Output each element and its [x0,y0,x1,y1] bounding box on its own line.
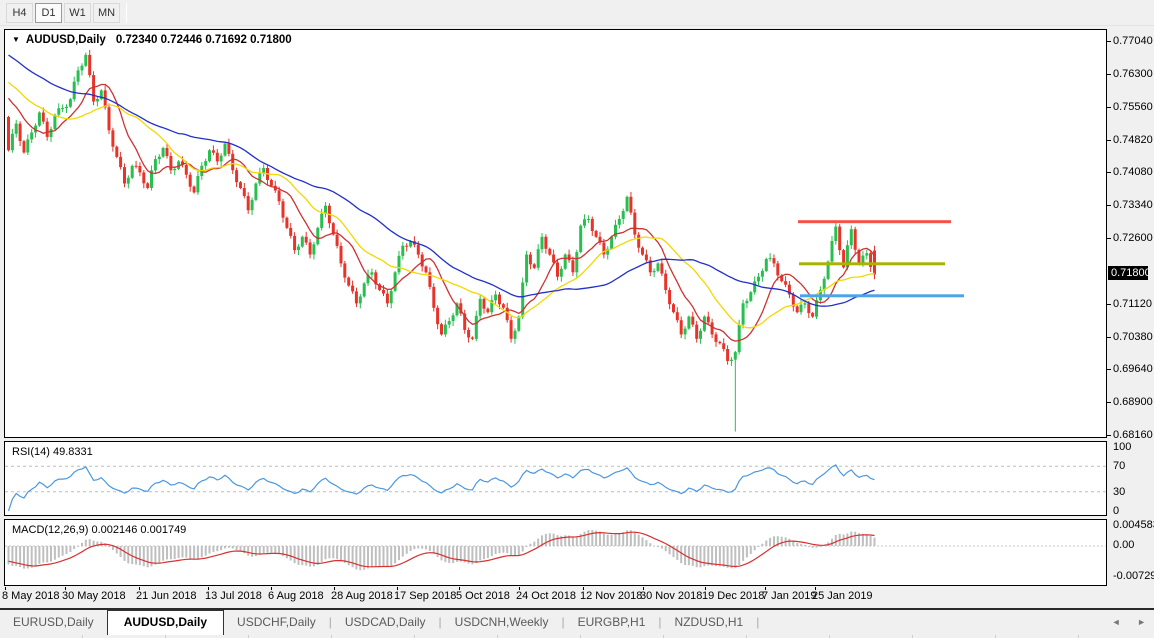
chart-tab-usdchf[interactable]: USDCHF,Daily [224,610,329,634]
chart-tabs-bar: EURUSD,DailyAUDUSD,DailyUSDCHF,Daily | USD… [0,610,1154,635]
price-axis-tick-mark [1107,369,1111,370]
timeframe-button-h4[interactable]: H4 [6,3,33,23]
price-chart-panel: ▼ AUDUSD,Daily 0.72340 0.72446 0.71692 0.7… [4,29,1107,438]
date-axis-tick-mark [459,587,460,590]
chart-tab-eurgbp[interactable]: EURGBP,H1 [565,610,659,634]
rsi-axis-tick: 30 [1113,486,1125,498]
price-axis-tick: 0.73340 [1113,199,1153,211]
tab-scroll-left-icon[interactable]: ◄ [1112,617,1121,627]
date-axis-tick: 19 Dec 2018 [702,590,764,602]
price-axis-tick-mark [1107,435,1111,436]
macd-panel: MACD(12,26,9) 0.002146 0.001749 [4,519,1107,586]
date-axis-tick-mark [271,587,272,590]
date-axis-tick: 21 Jun 2018 [136,590,197,602]
date-axis-tick: 12 Nov 2018 [580,590,642,602]
date-axis-tick: 13 Jul 2018 [205,590,262,602]
date-axis-tick-mark [643,587,644,590]
chart-ohlc-values: 0.72340 0.72446 0.71692 0.71800 [116,34,292,46]
chart-symbol: AUDUSD,Daily [26,34,106,46]
price-axis-tick: 0.72600 [1113,232,1153,244]
macd-name: MACD(12,26,9) [12,524,88,536]
chart-tab-usdcnh[interactable]: USDCNH,Weekly [442,610,562,634]
date-axis-tick-mark [334,587,335,590]
rsi-label: RSI(14) 49.8331 [12,446,93,458]
timeframe-button-mn[interactable]: MN [93,3,120,23]
rsi-axis-tick: 100 [1113,441,1131,453]
date-axis-tick: 7 Jan 2019 [762,590,816,602]
price-axis-tick-mark [1107,107,1111,108]
timeframe-button-d1[interactable]: D1 [35,3,62,23]
rsi-value: 49.8331 [53,446,93,458]
timeframe-button-w1[interactable]: W1 [64,3,91,23]
chart-tab-usdcad[interactable]: USDCAD,Daily [332,610,439,634]
date-axis-tick-mark [815,587,816,590]
symbol-dropdown-icon[interactable]: ▼ [12,35,20,44]
price-axis-tick-mark [1107,74,1111,75]
tab-scroll-arrows: ◄ ► [1098,610,1146,634]
price-axis-tick-mark [1107,140,1111,141]
price-axis-tick-mark [1107,337,1111,338]
date-axis-tick-mark [583,587,584,590]
date-axis-tick-mark [139,587,140,590]
price-axis-tick: 0.75560 [1113,101,1153,113]
date-axis-tick: 8 May 2018 [2,590,59,602]
toolbar-separator [126,3,127,23]
price-axis-tick: 0.74820 [1113,134,1153,146]
price-axis-tick-mark [1107,402,1111,403]
date-axis-tick: 24 Oct 2018 [516,590,576,602]
timeframe-toolbar: H4D1W1MN [0,0,1154,26]
price-axis-tick: 0.74080 [1113,166,1153,178]
chart-title: ▼ AUDUSD,Daily 0.72340 0.72446 0.71692 0.7… [12,34,292,46]
trading-terminal-window: H4D1W1MN ▼ AUDUSD,Daily 0.72340 0.72446 0.… [0,0,1154,638]
date-axis-tick-mark [705,587,706,590]
tab-separator: | [756,610,759,634]
date-axis-tick: 30 May 2018 [62,590,126,602]
date-axis-tick: 5 Oct 2018 [456,590,510,602]
price-axis-tick: 0.68900 [1113,396,1153,408]
price-axis-tick-mark [1107,41,1111,42]
date-axis-tick: 17 Sep 2018 [394,590,456,602]
date-axis-tick-mark [397,587,398,590]
date-axis-tick-mark [5,587,6,590]
date-axis-tick: 25 Jan 2019 [812,590,873,602]
macd-axis-tick: 0.00 [1113,539,1134,551]
rsi-name: RSI(14) [12,446,50,458]
price-axis-tick: 0.68160 [1113,429,1153,441]
chart-tab-nzdusd[interactable]: NZDUSD,H1 [662,610,757,634]
rsi-axis-tick: 0 [1113,505,1119,517]
chart-tab-audusd[interactable]: AUDUSD,Daily [107,610,224,635]
macd-label: MACD(12,26,9) 0.002146 0.001749 [12,524,186,536]
macd-values: 0.002146 0.001749 [91,524,186,536]
tab-scroll-right-icon[interactable]: ► [1137,617,1146,627]
price-axis-tick: 0.77040 [1113,35,1153,47]
date-axis-tick: 28 Aug 2018 [331,590,393,602]
price-axis-tick-mark [1107,238,1111,239]
macd-axis-tick: 0.004583 [1113,519,1154,531]
macd-axis-tick: -0.007292 [1113,570,1154,582]
rsi-chart-canvas[interactable] [5,442,1106,515]
price-axis-tick-mark [1107,304,1111,305]
price-axis-tick: 0.69640 [1113,363,1153,375]
rsi-panel: RSI(14) 49.8331 [4,441,1107,516]
price-axis-tick-mark [1107,205,1111,206]
date-axis-tick-mark [519,587,520,590]
date-axis-tick-mark [765,587,766,590]
date-axis-tick-mark [208,587,209,590]
price-chart-canvas[interactable] [5,30,1106,437]
date-axis-tick: 30 Nov 2018 [640,590,702,602]
price-axis-tick: 0.71120 [1113,298,1152,310]
price-axis-tick: 0.76300 [1113,68,1153,80]
rsi-axis-tick: 70 [1113,460,1125,472]
price-axis-tick-mark [1107,172,1111,173]
date-axis-tick: 6 Aug 2018 [268,590,324,602]
chart-tab-eurusd[interactable]: EURUSD,Daily [0,610,107,634]
price-axis-tick: 0.70380 [1113,331,1153,343]
date-axis-tick-mark [65,587,66,590]
